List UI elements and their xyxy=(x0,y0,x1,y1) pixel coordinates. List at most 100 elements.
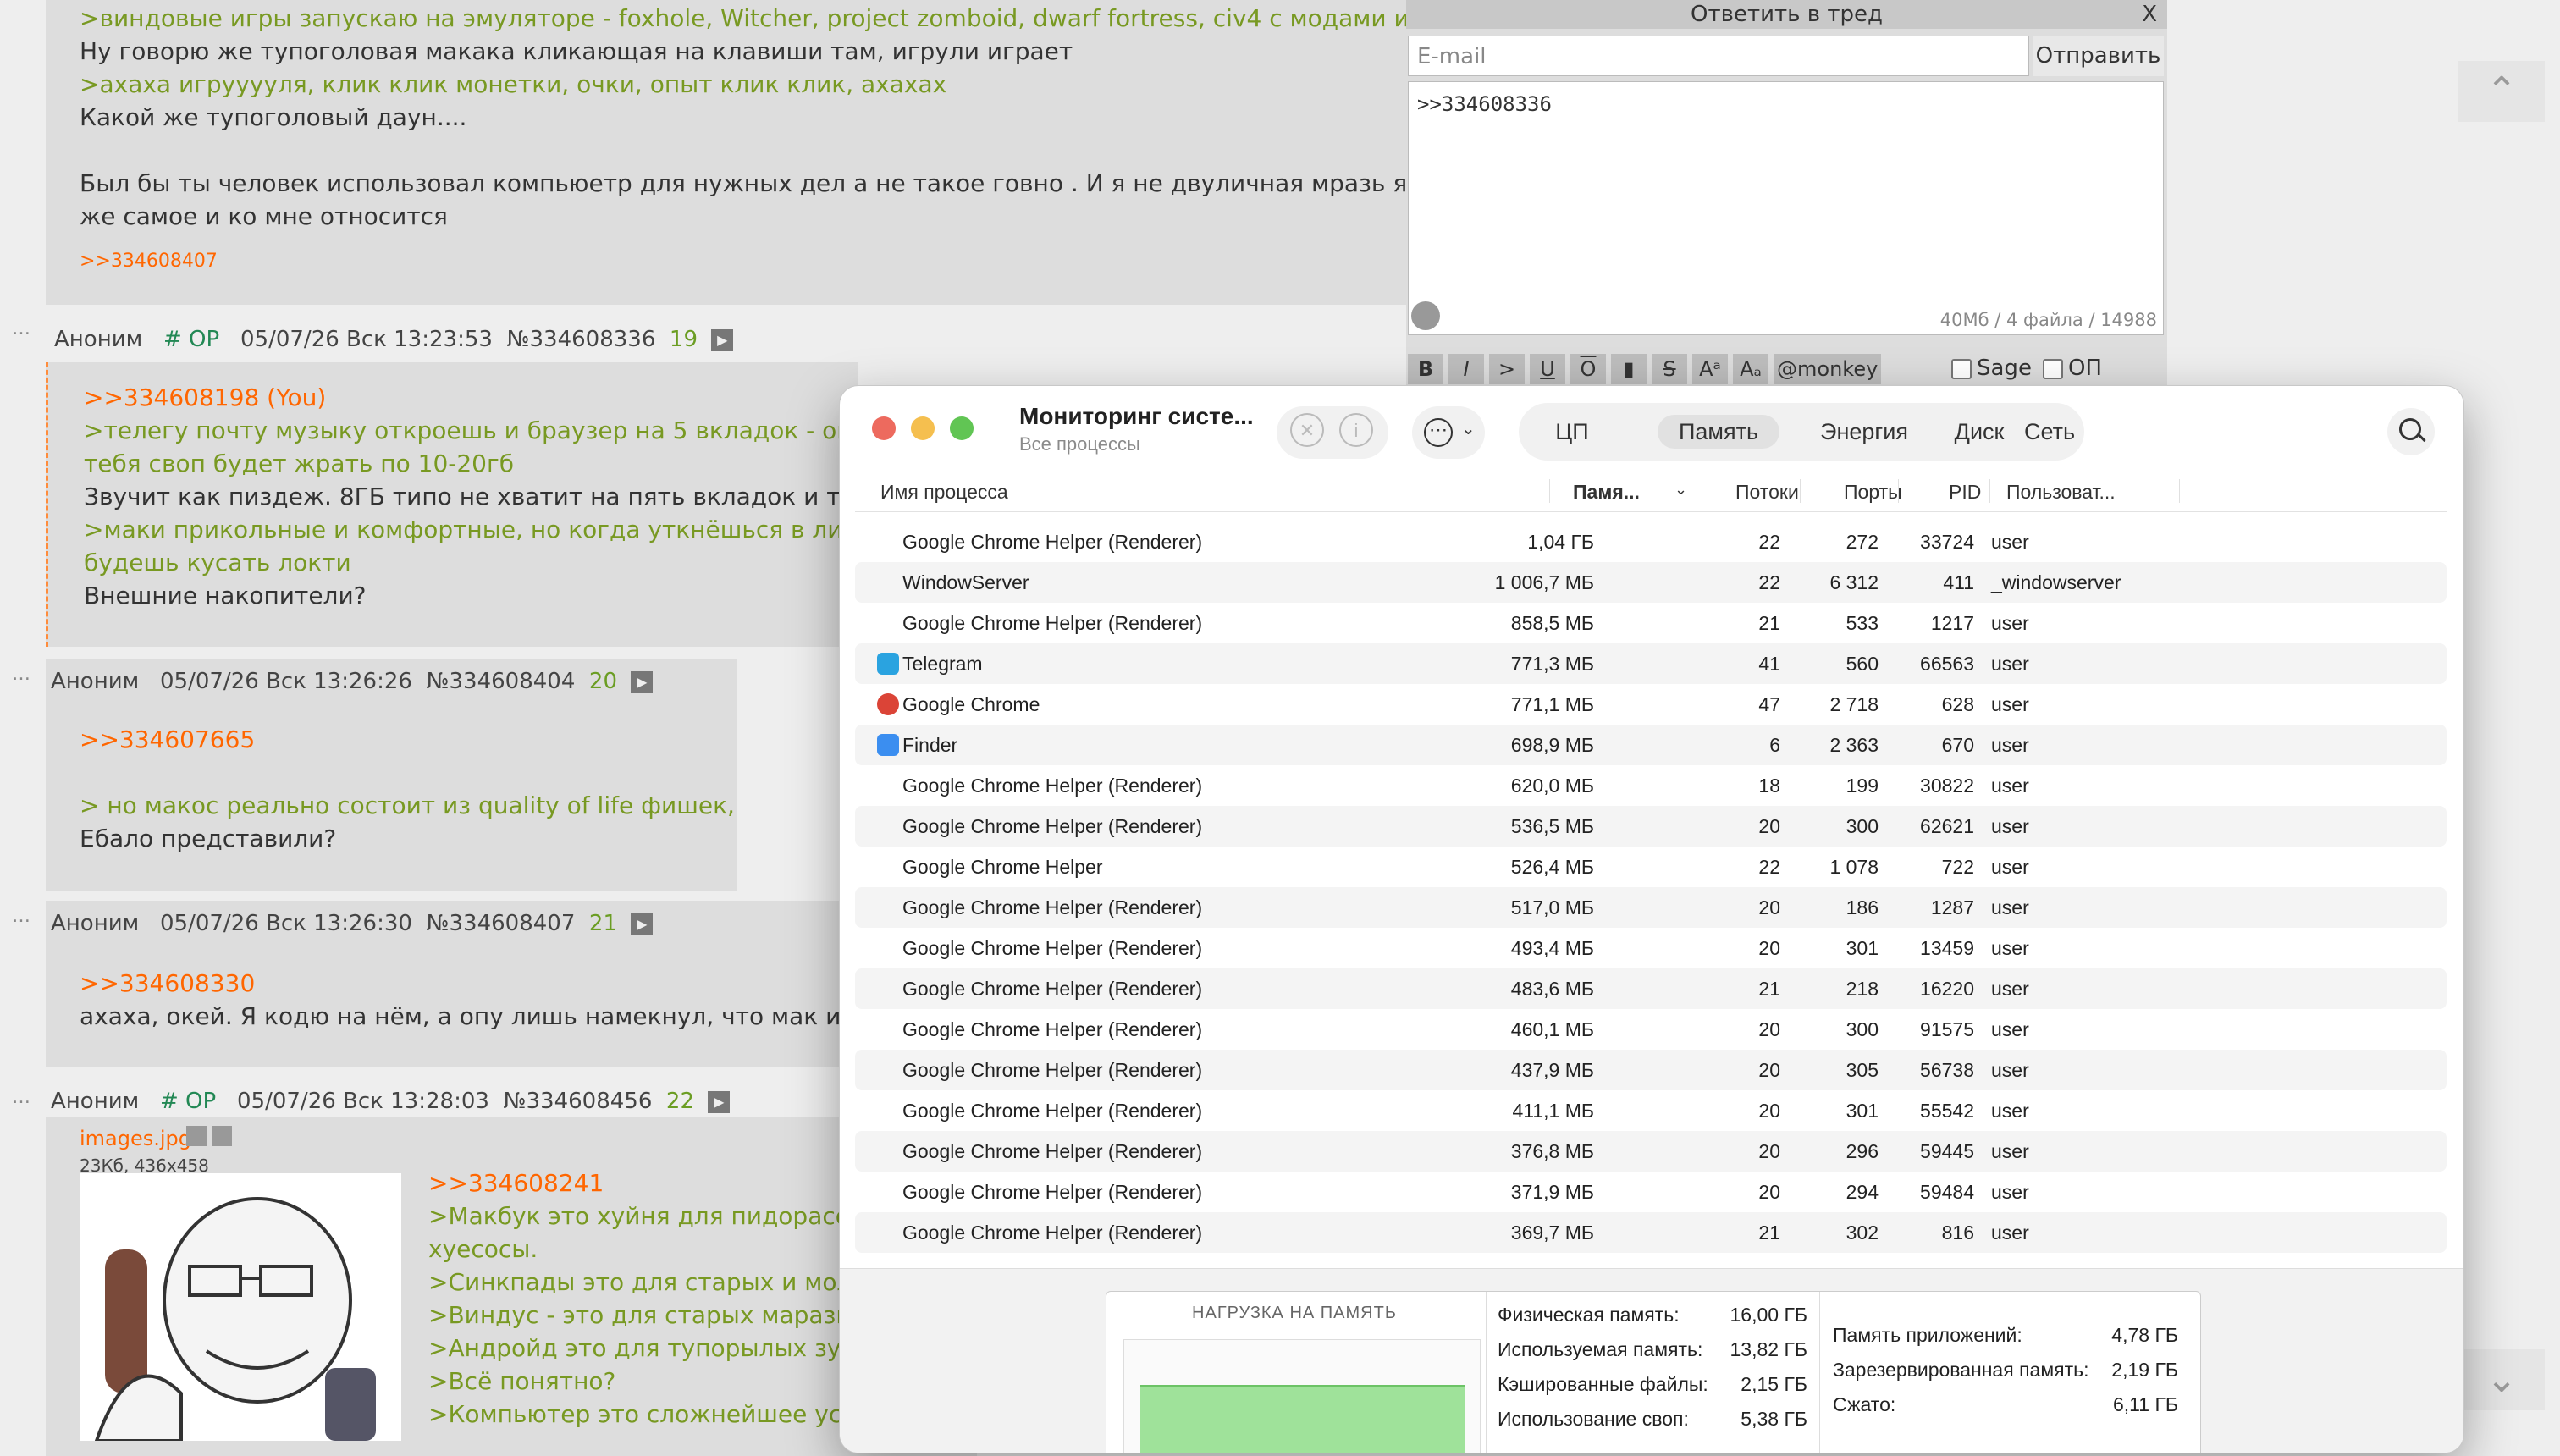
process-threads: 20 xyxy=(1758,896,1780,918)
play-icon[interactable]: ▶ xyxy=(631,670,654,693)
play-icon[interactable]: ▶ xyxy=(631,913,654,935)
process-row[interactable]: Google Chrome Helper (Renderer) 371,9 МБ 2… xyxy=(855,1172,2447,1212)
tab-energy[interactable]: Энергия xyxy=(1791,415,1937,449)
post-number[interactable]: №334608456 xyxy=(503,1089,652,1114)
tab-memory[interactable]: Память xyxy=(1658,415,1779,449)
attach-icon[interactable] xyxy=(1411,301,1440,330)
process-row[interactable]: Google Chrome Helper (Renderer) 1,04 ГБ 22… xyxy=(855,521,2447,562)
process-memory: 483,6 МБ xyxy=(1510,978,1594,1000)
message-textarea[interactable]: >>334608336 xyxy=(1408,81,2164,335)
wojak-image xyxy=(80,1173,401,1442)
play-icon[interactable]: ▶ xyxy=(708,1090,731,1113)
process-memory: 460,1 МБ xyxy=(1510,1018,1594,1040)
process-name: Google Chrome Helper (Renderer) xyxy=(902,1140,1203,1162)
process-memory: 517,0 МБ xyxy=(1510,896,1594,918)
search-icon[interactable] xyxy=(186,1126,207,1146)
post-menu-icon[interactable]: … xyxy=(12,906,32,927)
process-row[interactable]: Google Chrome Helper (Renderer) 460,1 МБ 2… xyxy=(855,1009,2447,1050)
process-row[interactable]: Google Chrome Helper (Renderer) 483,6 МБ 2… xyxy=(855,968,2447,1009)
reply-link[interactable]: >>334608198 (You) xyxy=(84,381,858,414)
column-ports[interactable]: Порты xyxy=(1844,481,1902,504)
process-user: user xyxy=(1991,693,2029,715)
quote-button[interactable]: > xyxy=(1489,354,1525,384)
process-threads: 22 xyxy=(1758,531,1780,553)
process-row[interactable]: Google Chrome Helper (Renderer) 858,5 МБ 2… xyxy=(855,603,2447,643)
underline-button[interactable]: U xyxy=(1530,354,1565,384)
column-user[interactable]: Пользоват... xyxy=(2006,481,2116,504)
post-menu-icon[interactable]: … xyxy=(12,664,32,685)
post-number[interactable]: №334608407 xyxy=(426,911,575,936)
column-pid[interactable]: PID xyxy=(1949,481,1981,504)
process-memory: 376,8 МБ xyxy=(1510,1140,1594,1162)
column-process-name[interactable]: Имя процесса xyxy=(880,481,1008,504)
send-button[interactable]: Отправить xyxy=(2033,36,2164,76)
tab-network[interactable]: Сеть xyxy=(2018,415,2081,449)
more-actions-button[interactable]: ⋯ ⌄ xyxy=(1412,406,1485,459)
scroll-up-button[interactable]: ⌃ xyxy=(2458,61,2545,122)
post-author: Аноним xyxy=(51,1089,140,1114)
reply-link[interactable]: >>334608241 xyxy=(428,1166,885,1200)
process-pid: 59445 xyxy=(1920,1140,1974,1162)
memory-stat-label: Кэшированные файлы: xyxy=(1498,1373,1708,1395)
post-menu-icon[interactable]: … xyxy=(12,318,32,339)
play-icon[interactable]: ▶ xyxy=(711,328,734,351)
process-row[interactable]: Google Chrome Helper (Renderer) 411,1 МБ 2… xyxy=(855,1090,2447,1131)
email-field[interactable]: E-mail xyxy=(1408,36,2029,76)
superscript-button[interactable]: Aᵃ xyxy=(1692,354,1728,384)
reply-link[interactable]: >>334608407 xyxy=(80,245,1407,278)
download-icon[interactable] xyxy=(212,1126,232,1146)
post-header: Аноним 05/07/26 Вск 13:26:26 №334608404 … xyxy=(51,669,654,694)
process-row[interactable]: Telegram 771,3 МБ 41 560 66563 user xyxy=(855,643,2447,684)
stop-process-icon[interactable]: ✕ xyxy=(1290,413,1324,447)
close-icon[interactable]: X xyxy=(2142,0,2157,29)
process-memory: 858,5 МБ xyxy=(1510,612,1594,634)
process-row[interactable]: Finder 698,9 МБ 6 2 363 670 user xyxy=(855,725,2447,765)
bold-button[interactable]: B xyxy=(1408,354,1443,384)
monkey-button[interactable]: @monkey xyxy=(1774,354,1882,384)
op-badge: # OP xyxy=(160,1089,217,1114)
post-image[interactable] xyxy=(80,1173,401,1442)
process-row[interactable]: Google Chrome Helper (Renderer) 369,7 МБ 2… xyxy=(855,1212,2447,1253)
overline-button[interactable]: O xyxy=(1570,354,1606,384)
info-icon[interactable]: i xyxy=(1339,413,1373,447)
process-row[interactable]: Google Chrome Helper (Renderer) 437,9 МБ 2… xyxy=(855,1050,2447,1090)
tab-disk[interactable]: Диск xyxy=(1945,415,2013,449)
reply-link[interactable]: >>334607665 xyxy=(80,723,737,756)
process-ports: 300 xyxy=(1846,815,1879,837)
process-row[interactable]: Google Chrome Helper 526,4 МБ 22 1 078 722 us… xyxy=(855,847,2447,887)
post-number[interactable]: №334608336 xyxy=(506,327,655,352)
process-row[interactable]: Google Chrome Helper (Renderer) 493,4 МБ 2… xyxy=(855,928,2447,968)
post-menu-icon[interactable]: … xyxy=(12,1087,32,1108)
strike-button[interactable]: S xyxy=(1652,354,1687,384)
sort-chevron-icon[interactable]: ⌄ xyxy=(1674,481,1687,499)
column-memory[interactable]: Памя... xyxy=(1573,481,1640,504)
scroll-down-button[interactable]: ⌄ xyxy=(2458,1349,2545,1410)
post-top: >виндовые игры запускаю на эмуляторе - f… xyxy=(46,0,1407,305)
column-threads[interactable]: Потоки xyxy=(1735,481,1799,504)
spoiler-button[interactable]: ▮ xyxy=(1611,354,1647,384)
minimize-window-button[interactable] xyxy=(911,416,935,440)
sage-checkbox[interactable]: Sage xyxy=(1951,356,2032,381)
memory-stat-value: 4,78 ГБ xyxy=(2111,1324,2178,1346)
process-row[interactable]: Google Chrome Helper (Renderer) 536,5 МБ 2… xyxy=(855,806,2447,847)
window-subtitle[interactable]: Все процессы xyxy=(1019,433,1140,455)
search-icon[interactable] xyxy=(2387,408,2435,455)
tab-cpu[interactable]: ЦП xyxy=(1527,415,1617,449)
subscript-button[interactable]: Aₐ xyxy=(1733,354,1768,384)
process-row[interactable]: Google Chrome Helper (Renderer) 376,8 МБ 2… xyxy=(855,1131,2447,1172)
process-row[interactable]: Google Chrome Helper (Renderer) 620,0 МБ 1… xyxy=(855,765,2447,806)
zoom-window-button[interactable] xyxy=(950,416,974,440)
memory-pressure-fill xyxy=(1140,1385,1465,1453)
post-number[interactable]: №334608404 xyxy=(426,669,575,694)
process-row[interactable]: Google Chrome 771,1 МБ 47 2 718 628 user xyxy=(855,684,2447,725)
process-threads: 21 xyxy=(1758,612,1780,634)
italic-button[interactable]: I xyxy=(1448,354,1484,384)
close-window-button[interactable] xyxy=(872,416,896,440)
memory-summary-box: НАГРУЗКА НА ПАМЯТЬ Физическая память: 16,… xyxy=(1106,1291,2201,1453)
reply-form-header[interactable]: Ответить в тред X xyxy=(1406,0,2167,29)
process-memory: 371,9 МБ xyxy=(1510,1181,1594,1203)
process-row[interactable]: Google Chrome Helper (Renderer) 517,0 МБ 2… xyxy=(855,887,2447,928)
process-threads: 20 xyxy=(1758,1059,1780,1081)
process-row[interactable]: WindowServer 1 006,7 МБ 22 6 312 411 _windows… xyxy=(855,562,2447,603)
tab-bar: ЦП Память Энергия Диск Сеть xyxy=(1519,403,2084,461)
